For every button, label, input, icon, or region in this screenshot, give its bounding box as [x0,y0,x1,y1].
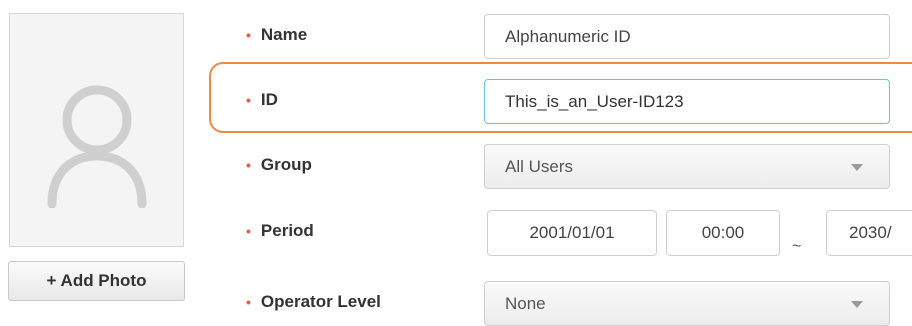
operator-level-select-value: None [505,293,546,313]
period-end-date-input[interactable]: 2030/ [826,210,912,256]
chevron-down-icon [851,300,863,308]
name-input-value: Alphanumeric ID [505,26,631,46]
id-input[interactable]: This_is_an_User-ID123 [484,79,890,124]
period-label-text: Period [260,221,314,240]
name-label-text: Name [260,25,308,44]
period-separator: ~ [792,238,802,255]
period-end-date-value: 2030/ [849,223,892,242]
period-start-time-value: 00:00 [701,223,745,242]
user-avatar-icon [47,85,147,208]
user-photo-placeholder [9,13,184,247]
period-start-date-value: 2001/01/01 [529,223,615,242]
required-bullet-icon: • [246,27,251,43]
name-label: • Name [246,23,307,47]
group-label-text: Group [260,155,312,174]
required-bullet-icon: • [246,157,251,173]
period-label: • Period [246,219,314,243]
group-select-value: All Users [505,156,574,176]
group-select[interactable]: All Users [484,144,890,189]
required-bullet-icon: • [246,92,251,108]
required-bullet-icon: • [246,294,251,310]
id-label-text: ID [260,90,278,109]
id-input-value: This_is_an_User-ID123 [505,91,684,111]
period-start-date-input[interactable]: 2001/01/01 [487,210,657,256]
operator-level-label: • Operator Level [246,290,381,314]
name-input[interactable]: Alphanumeric ID [484,14,890,59]
id-label: • ID [246,88,278,112]
add-photo-button[interactable]: + Add Photo [8,261,185,301]
period-start-time-input[interactable]: 00:00 [666,210,780,256]
operator-level-select[interactable]: None [484,281,890,326]
group-label: • Group [246,153,312,177]
chevron-down-icon [851,163,863,171]
operator-level-label-text: Operator Level [260,292,381,311]
required-bullet-icon: • [246,223,251,239]
